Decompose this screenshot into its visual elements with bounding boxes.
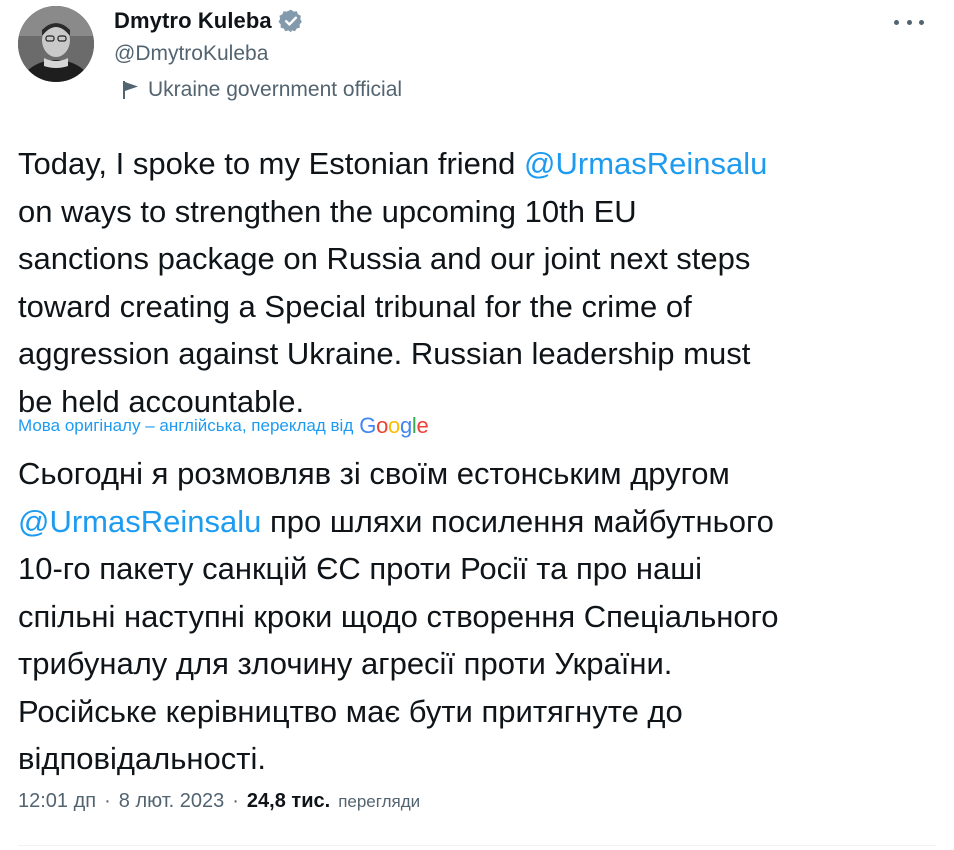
text-line: on ways to strengthen the upcoming 10th … (18, 193, 637, 229)
text-line: aggression against Ukraine. Russian lead… (18, 336, 751, 371)
meta-separator: · (104, 790, 111, 812)
avatar[interactable] (18, 6, 94, 82)
meta-separator: · (232, 790, 239, 812)
translation-note[interactable]: Мова оригіналу – англійська, переклад ві… (18, 413, 429, 439)
text-line: відповідальності. (18, 741, 266, 776)
author-name-row: Dmytro Kuleba (114, 8, 304, 34)
tweet-date[interactable]: 8 лют. 2023 (119, 790, 224, 813)
mention-link[interactable]: @UrmasReinsalu (524, 146, 767, 181)
author-handle[interactable]: @DmytroKuleba (114, 42, 268, 66)
text-line: Сьогодні я розмовляв зі своїм естонським… (18, 456, 730, 491)
text-line: 10-го пакету санкцій ЄС проти Росії та п… (18, 551, 702, 586)
more-icon[interactable] (894, 10, 924, 34)
text-line: Російське керівництво має бути притягнут… (18, 693, 683, 729)
flag-icon (122, 80, 140, 100)
author-name[interactable]: Dmytro Kuleba (114, 8, 272, 34)
google-logo: Google (359, 413, 429, 438)
text-line: Today, I spoke to my Estonian friend @Ur… (18, 146, 768, 181)
affiliation-label-text: Ukraine government official (148, 78, 403, 101)
views-count[interactable]: 24,8 тис. (247, 790, 330, 813)
tweet-meta: 12:01 дп · 8 лют. 2023 · 24,8 тис. перег… (18, 790, 420, 813)
verified-badge-icon[interactable] (278, 8, 304, 34)
mention-link[interactable]: @UrmasReinsalu (18, 504, 261, 539)
tweet: Dmytro Kuleba @DmytroKuleba Ukraine gove… (0, 0, 954, 850)
translation-note-text: Мова оригіналу – англійська, переклад ві… (18, 416, 354, 435)
tweet-translated-text: Сьогодні я розмовляв зі своїм естонським… (18, 450, 938, 783)
text-line: toward creating a Special tribunal for t… (18, 288, 692, 324)
divider (18, 845, 936, 846)
text-line: @UrmasReinsalu про шляхи посилення майбу… (18, 503, 774, 539)
tweet-original-text: Today, I spoke to my Estonian friend @Ur… (18, 140, 938, 425)
tweet-time[interactable]: 12:01 дп (18, 790, 96, 813)
text-line: трибуналу для злочину агресії проти Укра… (18, 646, 673, 681)
text-line: спільні наступні кроки щодо створення Сп… (18, 598, 779, 634)
text-line: sanctions package on Russia and our join… (18, 241, 751, 276)
views-label: перегляди (338, 792, 421, 811)
affiliation-label[interactable]: Ukraine government official (122, 78, 402, 102)
